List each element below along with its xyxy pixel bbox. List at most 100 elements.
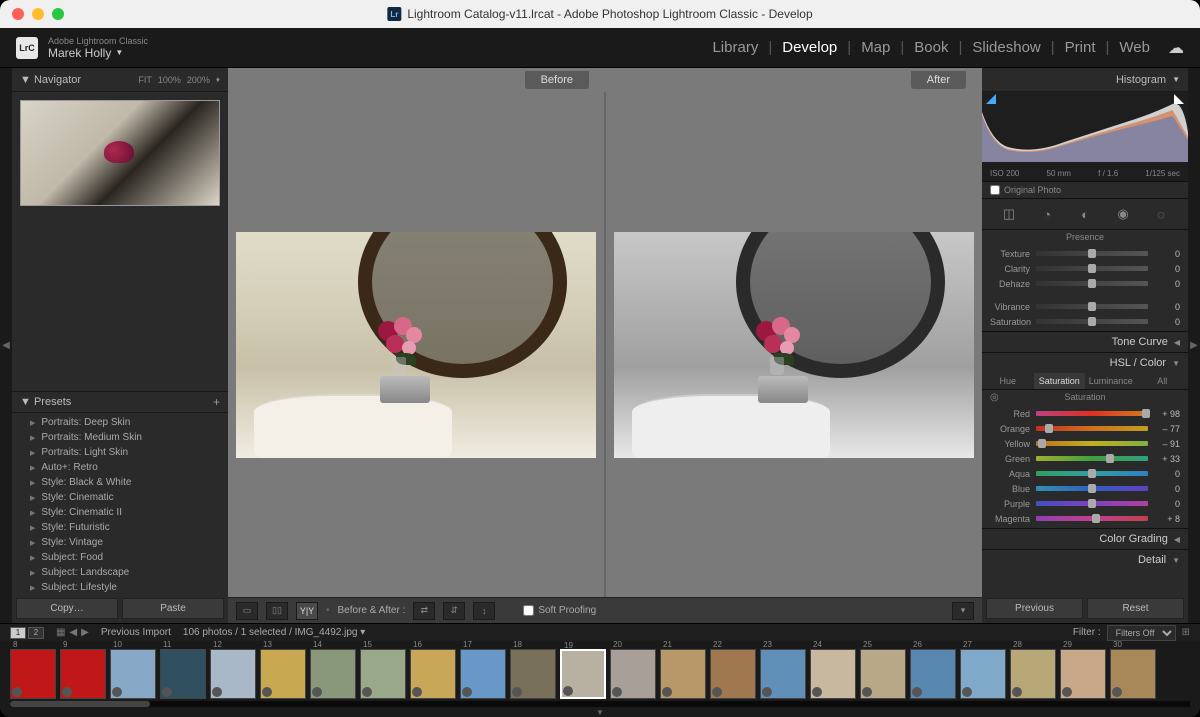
filter-lock-icon[interactable]: ⊞ (1182, 627, 1190, 638)
slider-yellow[interactable]: Yellow– 91 (990, 436, 1180, 451)
filmstrip-thumb[interactable]: 8 (10, 649, 56, 699)
preset-item[interactable]: ▶Style: Futuristic (12, 520, 228, 535)
filmstrip-thumb[interactable]: 22 (710, 649, 756, 699)
hsl-section[interactable]: HSL / Color▼ (982, 352, 1188, 373)
zoom-fit[interactable]: FIT (138, 75, 152, 85)
module-print[interactable]: Print (1055, 39, 1106, 56)
collapse-right-icon[interactable]: ▶ (1190, 340, 1198, 351)
source-label[interactable]: Previous Import (101, 627, 171, 638)
grid-icon[interactable]: ▦ (56, 627, 65, 638)
filmstrip-thumb[interactable]: 19 (560, 649, 606, 699)
preset-item[interactable]: ▶Subject: Landscape (12, 565, 228, 580)
filmstrip-thumb[interactable]: 17 (460, 649, 506, 699)
preset-item[interactable]: ▶Style: Cinematic (12, 490, 228, 505)
add-preset-icon[interactable]: + (213, 395, 220, 409)
collapse-bottom-icon[interactable]: ▼ (596, 708, 604, 717)
module-develop[interactable]: Develop (772, 39, 847, 56)
filmstrip-thumb[interactable]: 28 (1010, 649, 1056, 699)
slider-green[interactable]: Green+ 33 (990, 451, 1180, 466)
slider-vibrance[interactable]: Vibrance0 (990, 299, 1180, 314)
filmstrip-thumb[interactable]: 9 (60, 649, 106, 699)
collapse-left-icon[interactable]: ◀ (2, 340, 10, 351)
slider-saturation[interactable]: Saturation0 (990, 314, 1180, 329)
display-1[interactable]: 1 (10, 627, 26, 639)
slider-texture[interactable]: Texture0 (990, 246, 1180, 261)
preset-item[interactable]: ▶Portraits: Deep Skin (12, 415, 228, 430)
compare-view-button[interactable]: ▯▯ (266, 602, 288, 620)
module-slideshow[interactable]: Slideshow (962, 39, 1050, 56)
before-photo[interactable] (236, 232, 596, 458)
loupe-view-button[interactable]: ▭ (236, 602, 258, 620)
filter-select[interactable]: Filters Off (1107, 625, 1176, 641)
filmstrip-thumb[interactable]: 30 (1110, 649, 1156, 699)
copy-button[interactable]: Copy… (16, 598, 118, 619)
preset-item[interactable]: ▶Auto+: Retro (12, 460, 228, 475)
filmstrip-thumb[interactable]: 15 (360, 649, 406, 699)
mask-tool-icon[interactable]: ◐ (1076, 205, 1094, 223)
ba-mode-2[interactable]: ⇵ (443, 602, 465, 620)
heal-tool-icon[interactable]: ◔ (1038, 205, 1056, 223)
filmstrip-thumb[interactable]: 16 (410, 649, 456, 699)
navigator-header[interactable]: ▼ Navigator FIT 100% 200% ♦ (12, 68, 228, 92)
fwd-icon[interactable]: ▶ (81, 627, 89, 638)
histogram-header[interactable]: Histogram▼ (982, 68, 1188, 92)
slider-blue[interactable]: Blue0 (990, 481, 1180, 496)
slider-orange[interactable]: Orange– 77 (990, 421, 1180, 436)
filmstrip-thumb[interactable]: 14 (310, 649, 356, 699)
filmstrip-thumb[interactable]: 20 (610, 649, 656, 699)
reset-button[interactable]: Reset (1087, 598, 1184, 619)
preset-item[interactable]: ▶Subject: Lifestyle (12, 580, 228, 594)
module-map[interactable]: Map (851, 39, 900, 56)
before-after-button[interactable]: Y|Y (296, 602, 318, 620)
slider-dehaze[interactable]: Dehaze0 (990, 276, 1180, 291)
filmstrip-thumb[interactable]: 18 (510, 649, 556, 699)
module-book[interactable]: Book (904, 39, 958, 56)
previous-button[interactable]: Previous (986, 598, 1083, 619)
detail-section[interactable]: Detail▼ (982, 549, 1188, 570)
filmstrip-thumb[interactable]: 25 (860, 649, 906, 699)
close-window-button[interactable] (12, 8, 24, 20)
filmstrip-thumb[interactable]: 27 (960, 649, 1006, 699)
minimize-window-button[interactable] (32, 8, 44, 20)
filmstrip-thumb[interactable]: 10 (110, 649, 156, 699)
radial-tool-icon[interactable]: ◌ (1152, 205, 1170, 223)
filmstrip-thumb[interactable]: 26 (910, 649, 956, 699)
filmstrip-thumb[interactable]: 24 (810, 649, 856, 699)
left-edge[interactable]: ◀ (0, 68, 12, 623)
highlight-clip-icon[interactable] (1174, 94, 1184, 104)
module-web[interactable]: Web (1109, 39, 1160, 56)
ba-mode-3[interactable]: ↕ (473, 602, 495, 620)
back-icon[interactable]: ◀ (69, 627, 77, 638)
zoom-200[interactable]: 200% (187, 75, 210, 85)
color-grading-section[interactable]: Color Grading◀ (982, 528, 1188, 549)
slider-red[interactable]: Red+ 98 (990, 406, 1180, 421)
ba-mode-1[interactable]: ⇄ (413, 602, 435, 620)
preset-item[interactable]: ▶Portraits: Light Skin (12, 445, 228, 460)
filmstrip-thumb[interactable]: 13 (260, 649, 306, 699)
slider-clarity[interactable]: Clarity0 (990, 261, 1180, 276)
slider-purple[interactable]: Purple0 (990, 496, 1180, 511)
preset-item[interactable]: ▶Portraits: Medium Skin (12, 430, 228, 445)
slider-aqua[interactable]: Aqua0 (990, 466, 1180, 481)
fullscreen-window-button[interactable] (52, 8, 64, 20)
hsl-tab-all[interactable]: All (1137, 373, 1189, 389)
filmstrip-thumb[interactable]: 21 (660, 649, 706, 699)
original-photo-toggle[interactable]: Original Photo (982, 182, 1188, 199)
compare-view[interactable] (228, 92, 982, 597)
paste-button[interactable]: Paste (122, 598, 224, 619)
presets-header[interactable]: ▼ Presets + (12, 391, 228, 413)
soft-proofing-toggle[interactable]: Soft Proofing (523, 605, 596, 616)
tone-curve-section[interactable]: Tone Curve◀ (982, 331, 1188, 352)
preset-item[interactable]: ▶Subject: Food (12, 550, 228, 565)
preset-item[interactable]: ▶Style: Black & White (12, 475, 228, 490)
filmstrip-scrollbar[interactable] (10, 701, 1190, 707)
target-adjust-icon[interactable]: ◎ (990, 392, 999, 403)
zoom-100[interactable]: 100% (158, 75, 181, 85)
display-2[interactable]: 2 (28, 627, 44, 639)
module-library[interactable]: Library (702, 39, 768, 56)
preset-item[interactable]: ▶Style: Cinematic II (12, 505, 228, 520)
preset-item[interactable]: ▶Style: Vintage (12, 535, 228, 550)
navigator-preview[interactable] (20, 100, 220, 206)
filmstrip-thumb[interactable]: 12 (210, 649, 256, 699)
redeye-tool-icon[interactable]: ◉ (1114, 205, 1132, 223)
